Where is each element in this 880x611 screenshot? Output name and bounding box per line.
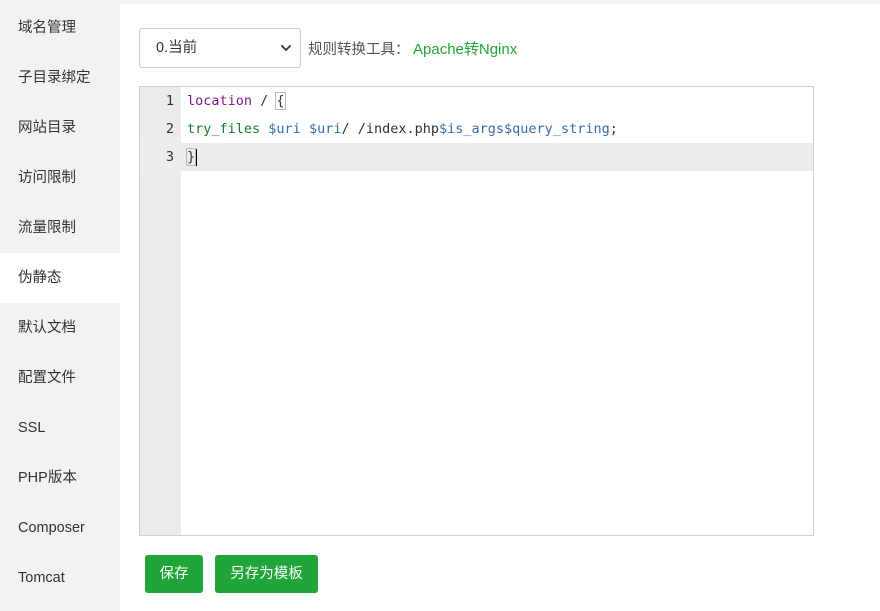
sidebar-item[interactable]: SSL bbox=[0, 403, 120, 453]
code-token: $uri bbox=[308, 121, 342, 137]
chevron-down-icon bbox=[281, 45, 291, 51]
code-editor[interactable]: 1 location / {2 try_files $uri $uri/ /inde… bbox=[139, 86, 814, 536]
code-text: try_files $uri $uri/ /index.php$is_args$… bbox=[187, 115, 618, 143]
rewrite-template-value: 0.当前 bbox=[156, 40, 198, 56]
code-text: location / { bbox=[187, 87, 286, 115]
line-number: 1 bbox=[165, 93, 174, 109]
line-number: 2 bbox=[165, 121, 174, 137]
sidebar-nav: 域名管理 子目录绑定 网站目录 访问限制 流量限制 伪静态 默认文档 配置文件 SSL PHP版本… bbox=[0, 0, 120, 611]
sidebar-item[interactable]: 访问限制 bbox=[0, 153, 120, 203]
line-number: 3 bbox=[165, 149, 174, 165]
sidebar-item[interactable]: Tomcat bbox=[0, 553, 120, 603]
rewrite-template-select[interactable]: 0.当前 bbox=[139, 28, 301, 68]
sidebar-item[interactable]: 伪静态 bbox=[0, 253, 120, 303]
code-token: location bbox=[187, 93, 253, 109]
save-button[interactable]: 保存 bbox=[145, 555, 203, 593]
code-token: / /index.php bbox=[341, 121, 440, 137]
code-line[interactable]: 2 try_files $uri $uri/ /index.php$is_args… bbox=[140, 115, 813, 143]
code-token: $is_args bbox=[439, 121, 505, 137]
code-text: } bbox=[185, 143, 198, 171]
sidebar-item[interactable]: 网站目录 bbox=[0, 103, 120, 153]
code-token: / bbox=[252, 93, 277, 109]
code-token: } bbox=[185, 148, 197, 166]
code-line[interactable]: 3} bbox=[140, 143, 813, 171]
sidebar-item[interactable]: 配置文件 bbox=[0, 353, 120, 403]
code-line[interactable]: 1 location / { bbox=[140, 87, 813, 115]
code-token: $uri bbox=[268, 121, 301, 137]
sidebar-item[interactable]: 流量限制 bbox=[0, 203, 120, 253]
text-cursor bbox=[195, 148, 198, 166]
sidebar-item[interactable]: 域名管理 bbox=[0, 0, 120, 53]
converter-label: 规则转换工具： bbox=[308, 42, 410, 58]
code-token: { bbox=[275, 92, 286, 110]
apache-to-nginx-link[interactable]: Apache转Nginx bbox=[413, 38, 517, 59]
sidebar-item[interactable]: 默认文档 bbox=[0, 303, 120, 353]
code-token: $query_string bbox=[504, 121, 610, 137]
save-as-template-button[interactable]: 另存为模板 bbox=[215, 555, 318, 593]
sidebar-item[interactable]: PHP版本 bbox=[0, 453, 120, 503]
top-divider bbox=[120, 0, 880, 4]
sidebar-item[interactable]: Composer bbox=[0, 503, 120, 553]
code-token: ; bbox=[609, 121, 618, 137]
sidebar-item[interactable]: 子目录绑定 bbox=[0, 53, 120, 103]
code-token: try_files bbox=[187, 121, 261, 137]
